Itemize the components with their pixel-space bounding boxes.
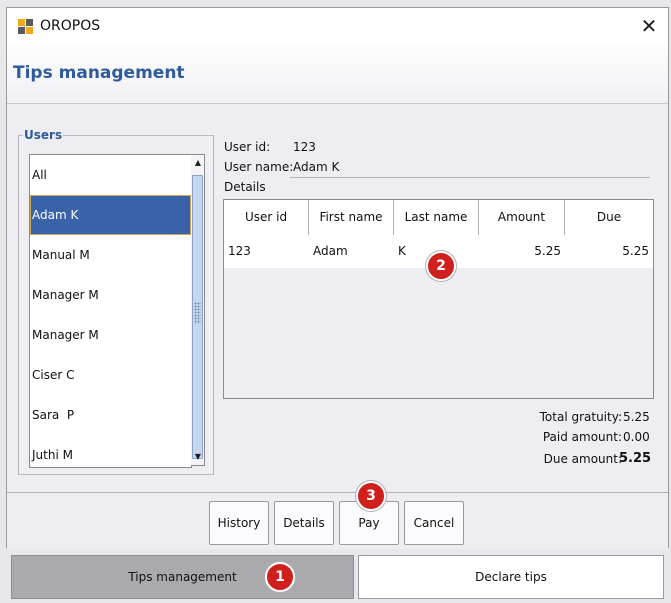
- table-cell: Adam: [313, 244, 348, 258]
- total-gratuity-label: Total gratuity:: [539, 410, 622, 424]
- callout-badge-3: 3: [356, 481, 386, 511]
- column-header[interactable]: Amount: [479, 200, 565, 235]
- users-group: Users All Adam K Manual M Manager M Manager …: [18, 128, 214, 475]
- paid-amount-label: Paid amount:: [542, 430, 622, 444]
- user-list-item[interactable]: Adam K: [30, 195, 191, 235]
- user-id-value: 123: [293, 140, 316, 154]
- scrollbar-grip: [194, 302, 201, 324]
- table-cell: 123: [228, 244, 251, 258]
- oropos-logo-icon: [18, 19, 33, 34]
- user-list-item[interactable]: Manager M: [30, 315, 191, 355]
- page-title: Tips management: [13, 63, 185, 83]
- title-bar: OROPOS ✕: [7, 8, 668, 45]
- column-header[interactable]: User id: [224, 200, 309, 235]
- callout-badge-1: 1: [265, 562, 295, 592]
- callout-badge-2: 2: [426, 251, 456, 281]
- header-band: Tips management: [7, 45, 668, 104]
- user-name-value: Adam K: [293, 160, 340, 174]
- column-header[interactable]: Last name: [394, 200, 479, 235]
- user-name-label: User name:: [224, 160, 294, 174]
- user-id-label: User id:: [224, 140, 271, 154]
- user-list-item[interactable]: Manager M: [30, 275, 191, 315]
- details-button[interactable]: Details: [274, 501, 334, 545]
- due-amount-label: Due amount:: [543, 452, 622, 466]
- button-bar: History Details Pay Cancel 3: [7, 481, 668, 549]
- table-cell: 5.25: [622, 244, 649, 258]
- scroll-down-arrow-icon[interactable]: ▼: [192, 450, 204, 464]
- user-list-item[interactable]: Sara P: [30, 395, 191, 435]
- details-table[interactable]: User id First name Last name Amount Due 123 A…: [223, 199, 654, 399]
- column-header[interactable]: First name: [309, 200, 394, 235]
- scroll-up-arrow-icon[interactable]: ▲: [192, 156, 204, 170]
- due-amount-value: 5.25: [619, 451, 652, 466]
- table-cell: 5.25: [534, 244, 561, 258]
- cancel-button[interactable]: Cancel: [404, 501, 464, 545]
- close-button[interactable]: ✕: [630, 8, 668, 44]
- user-list-scrollbar[interactable]: ▲ ▼: [191, 154, 205, 466]
- table-header: User id First name Last name Amount Due: [224, 200, 653, 236]
- tab-tips-management[interactable]: Tips management: [11, 555, 354, 599]
- close-icon: ✕: [640, 14, 658, 38]
- user-list-item[interactable]: All: [30, 155, 191, 195]
- user-list-item[interactable]: Juthi M: [30, 435, 191, 467]
- paid-amount-value: 0.00: [623, 430, 650, 444]
- content-area: Users All Adam K Manual M Manager M Manager …: [7, 104, 668, 496]
- tab-declare-tips[interactable]: Declare tips: [358, 555, 664, 599]
- user-list[interactable]: All Adam K Manual M Manager M Manager M Ciser…: [29, 154, 192, 468]
- history-button[interactable]: History: [209, 501, 269, 545]
- scrollbar-thumb[interactable]: [192, 175, 203, 459]
- window-title: OROPOS: [40, 18, 101, 34]
- details-label: Details: [224, 180, 266, 194]
- tips-management-dialog: OROPOS ✕ Tips management Users All Adam K…: [6, 7, 669, 549]
- user-list-item[interactable]: Manual M: [30, 235, 191, 275]
- user-list-item[interactable]: Ciser C: [30, 355, 191, 395]
- users-legend: Users: [23, 128, 64, 142]
- column-header[interactable]: Due: [565, 200, 653, 235]
- total-gratuity-value: 5.25: [623, 410, 650, 424]
- user-name-underline: [290, 177, 650, 178]
